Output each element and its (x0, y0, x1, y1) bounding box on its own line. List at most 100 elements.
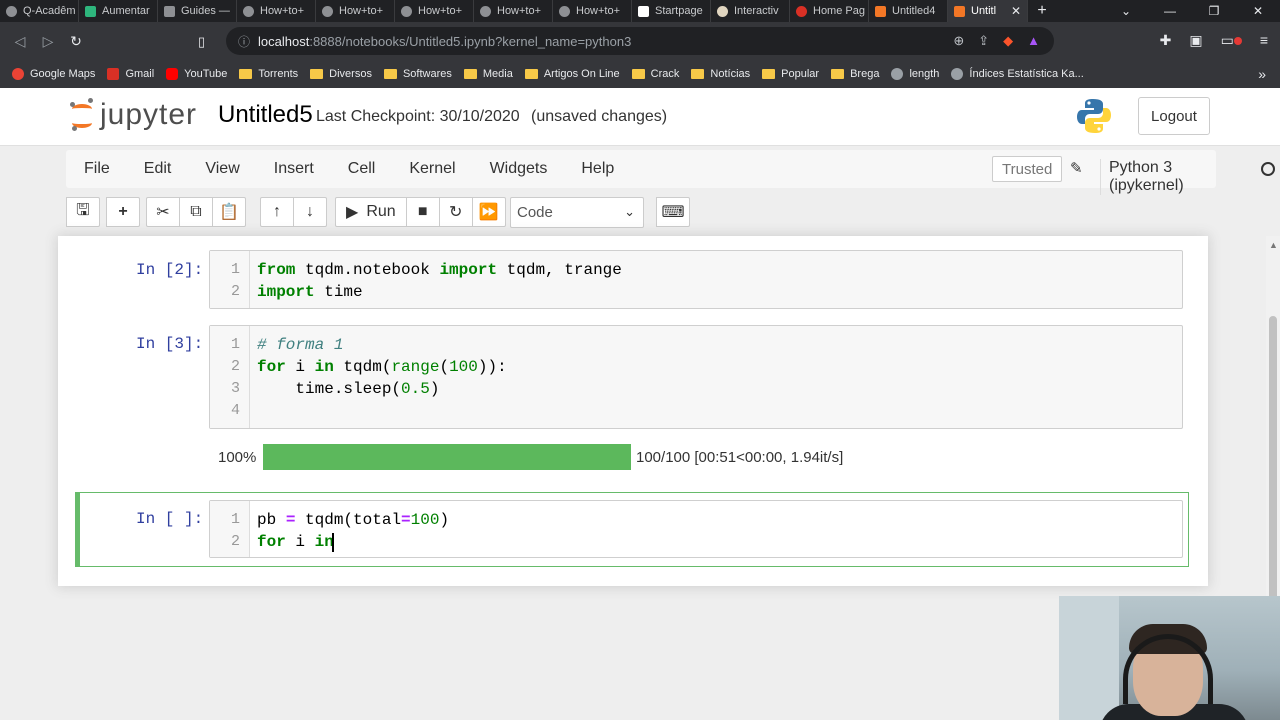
bookmark-folder[interactable]: Notícias (691, 68, 750, 80)
bookmark-length[interactable]: length (891, 68, 939, 80)
menu-insert[interactable]: Insert (257, 160, 331, 178)
code-cell-input[interactable]: 1 2 3 4 # forma 1 for i in tqdm(range(10… (209, 325, 1183, 429)
cut-button[interactable]: ✂ (146, 197, 180, 227)
menu-kernel[interactable]: Kernel (392, 160, 472, 178)
back-button[interactable]: ◁ (6, 33, 34, 50)
code-line: pb = tqdm(total=100) (257, 511, 450, 529)
restart-button[interactable]: ↻ (438, 197, 473, 227)
browser-tab[interactable]: How+to+ (395, 0, 474, 22)
share-icon[interactable]: ⇪ (978, 33, 989, 49)
bookmark-gmail[interactable]: Gmail (107, 68, 154, 80)
brave-rewards-icon[interactable]: ▲ (1027, 33, 1040, 49)
new-tab-button[interactable]: + (1028, 2, 1056, 20)
cell-type-select[interactable]: Code ⌄ (510, 197, 644, 228)
reload-button[interactable]: ↻ (62, 33, 90, 50)
command-palette-button[interactable]: ⌨ (656, 197, 690, 227)
globe-icon (480, 5, 491, 17)
bookmark-folder[interactable]: Crack (631, 68, 680, 80)
browser-tab-active[interactable]: Untitl ✕ (948, 0, 1028, 22)
bookmark-folder[interactable]: Popular (762, 68, 819, 80)
line-number: 2 (230, 283, 240, 300)
browser-tab[interactable]: How+to+ (316, 0, 395, 22)
insert-cell-button[interactable]: + (106, 197, 140, 227)
bookmark-label: Crack (650, 68, 680, 80)
brave-shield-icon[interactable]: ◆ (1003, 33, 1013, 49)
bookmark-folder[interactable]: Torrents (239, 68, 298, 80)
tqdm-progress-bar (263, 444, 631, 470)
code-line: for i in (257, 533, 334, 551)
search-icon (638, 5, 649, 17)
bookmark-icon[interactable]: ▯ (198, 34, 205, 50)
tab-label: Untitled4 (892, 5, 936, 17)
browser-tab[interactable]: Interactiv (711, 0, 790, 22)
browser-tab[interactable]: Startpage (632, 0, 711, 22)
globe-icon (401, 5, 412, 17)
bookmark-youtube[interactable]: YouTube (166, 68, 227, 80)
paste-button[interactable]: 📋 (212, 197, 246, 227)
copy-icon: ⧉ (190, 203, 202, 220)
kernel-name[interactable]: Python 3 (ipykernel) (1100, 159, 1216, 195)
scissors-icon: ✂ (156, 204, 170, 221)
menu-icon[interactable]: ≡ (1260, 32, 1268, 49)
browser-tab[interactable]: How+to+ (237, 0, 316, 22)
extensions-icon[interactable]: ✚ (1160, 32, 1172, 49)
menu-widgets[interactable]: Widgets (473, 160, 565, 178)
bookmark-google-maps[interactable]: Google Maps (12, 68, 95, 80)
jupyter-logo[interactable]: jupyter (70, 98, 197, 132)
save-button[interactable]: 🖫 (66, 197, 100, 227)
code-cell-input[interactable]: 1 2 from tqdm.notebook import tqdm, tran… (209, 250, 1183, 309)
bookmark-label: YouTube (184, 68, 228, 80)
code-line: time.sleep(0.5) (257, 380, 440, 398)
interrupt-button[interactable]: ■ (405, 197, 440, 227)
menu-view[interactable]: View (188, 160, 256, 178)
scroll-up-arrow-icon[interactable]: ▲ (1269, 240, 1278, 250)
notebook-name[interactable]: Untitled5 (218, 101, 313, 129)
code-line: # forma 1 (257, 336, 344, 354)
restart-run-all-button[interactable]: ⏩ (471, 197, 506, 227)
bookmark-folder[interactable]: Brega (831, 68, 879, 80)
bookmark-folder[interactable]: Softwares (383, 68, 452, 80)
move-down-button[interactable]: ↓ (293, 197, 327, 227)
minimize-button[interactable]: — (1148, 4, 1192, 18)
browser-tab[interactable]: How+to+ (474, 0, 553, 22)
browser-tab[interactable]: Home Pag (790, 0, 869, 22)
browser-tab-strip: Q-Acadêm Aumentar Guides — How+to+ How+t… (0, 0, 1280, 22)
run-button[interactable]: ▶ Run (335, 197, 407, 227)
bookmark-label: length (909, 68, 940, 80)
menu-edit[interactable]: Edit (127, 160, 189, 178)
browser-tab[interactable]: Q-Acadêm (0, 0, 79, 22)
bookmark-indices[interactable]: Índices Estatística Ka... (951, 68, 1084, 80)
sidebar-icon[interactable]: ▣ (1189, 32, 1202, 49)
logout-button[interactable]: Logout (1138, 97, 1210, 135)
zoom-icon[interactable]: ⊕ (953, 33, 964, 49)
more-bookmarks-icon[interactable]: » (1258, 66, 1266, 82)
address-bar[interactable]: ⓘ localhost:8888/notebooks/Untitled5.ipy… (226, 27, 1054, 55)
info-icon[interactable]: ⓘ (238, 33, 250, 50)
browser-tab[interactable]: How+to+ (553, 0, 632, 22)
play-icon: ▶ (346, 204, 359, 221)
url-path: :8888/notebooks/Untitled5.ipynb?kernel_n… (309, 33, 632, 49)
fast-forward-icon: ⏩ (478, 204, 499, 221)
extension-icons: ✚ ▣ ▭ ≡ (1160, 32, 1268, 49)
close-tab-icon[interactable]: ✕ (1011, 4, 1021, 18)
move-up-button[interactable]: ↑ (260, 197, 294, 227)
restore-button[interactable]: ❐ (1192, 4, 1236, 18)
forward-button[interactable]: ▷ (34, 33, 62, 50)
menu-cell[interactable]: Cell (331, 160, 393, 178)
browser-tab[interactable]: Guides — (158, 0, 237, 22)
browser-tab[interactable]: Aumentar (79, 0, 158, 22)
url-text: localhost:8888/notebooks/Untitled5.ipynb… (258, 34, 631, 49)
close-window-button[interactable]: ✕ (1236, 4, 1280, 18)
bookmark-folder[interactable]: Artigos On Line (524, 68, 620, 80)
menu-file[interactable]: File (66, 160, 127, 178)
copy-button[interactable]: ⧉ (179, 197, 213, 227)
bookmark-folder[interactable]: Media (463, 68, 513, 80)
menu-help[interactable]: Help (564, 160, 631, 178)
folder-icon (762, 69, 776, 79)
chevron-down-icon[interactable]: ⌄ (1104, 4, 1148, 18)
browser-tab[interactable]: Untitled4 (869, 0, 948, 22)
code-cell-input-active[interactable]: 1 2 pb = tqdm(total=100) for i in (209, 500, 1183, 558)
bookmark-folder[interactable]: Diversos (310, 68, 372, 80)
trusted-indicator[interactable]: Trusted (992, 156, 1063, 182)
wallet-icon[interactable]: ▭ (1221, 32, 1242, 49)
